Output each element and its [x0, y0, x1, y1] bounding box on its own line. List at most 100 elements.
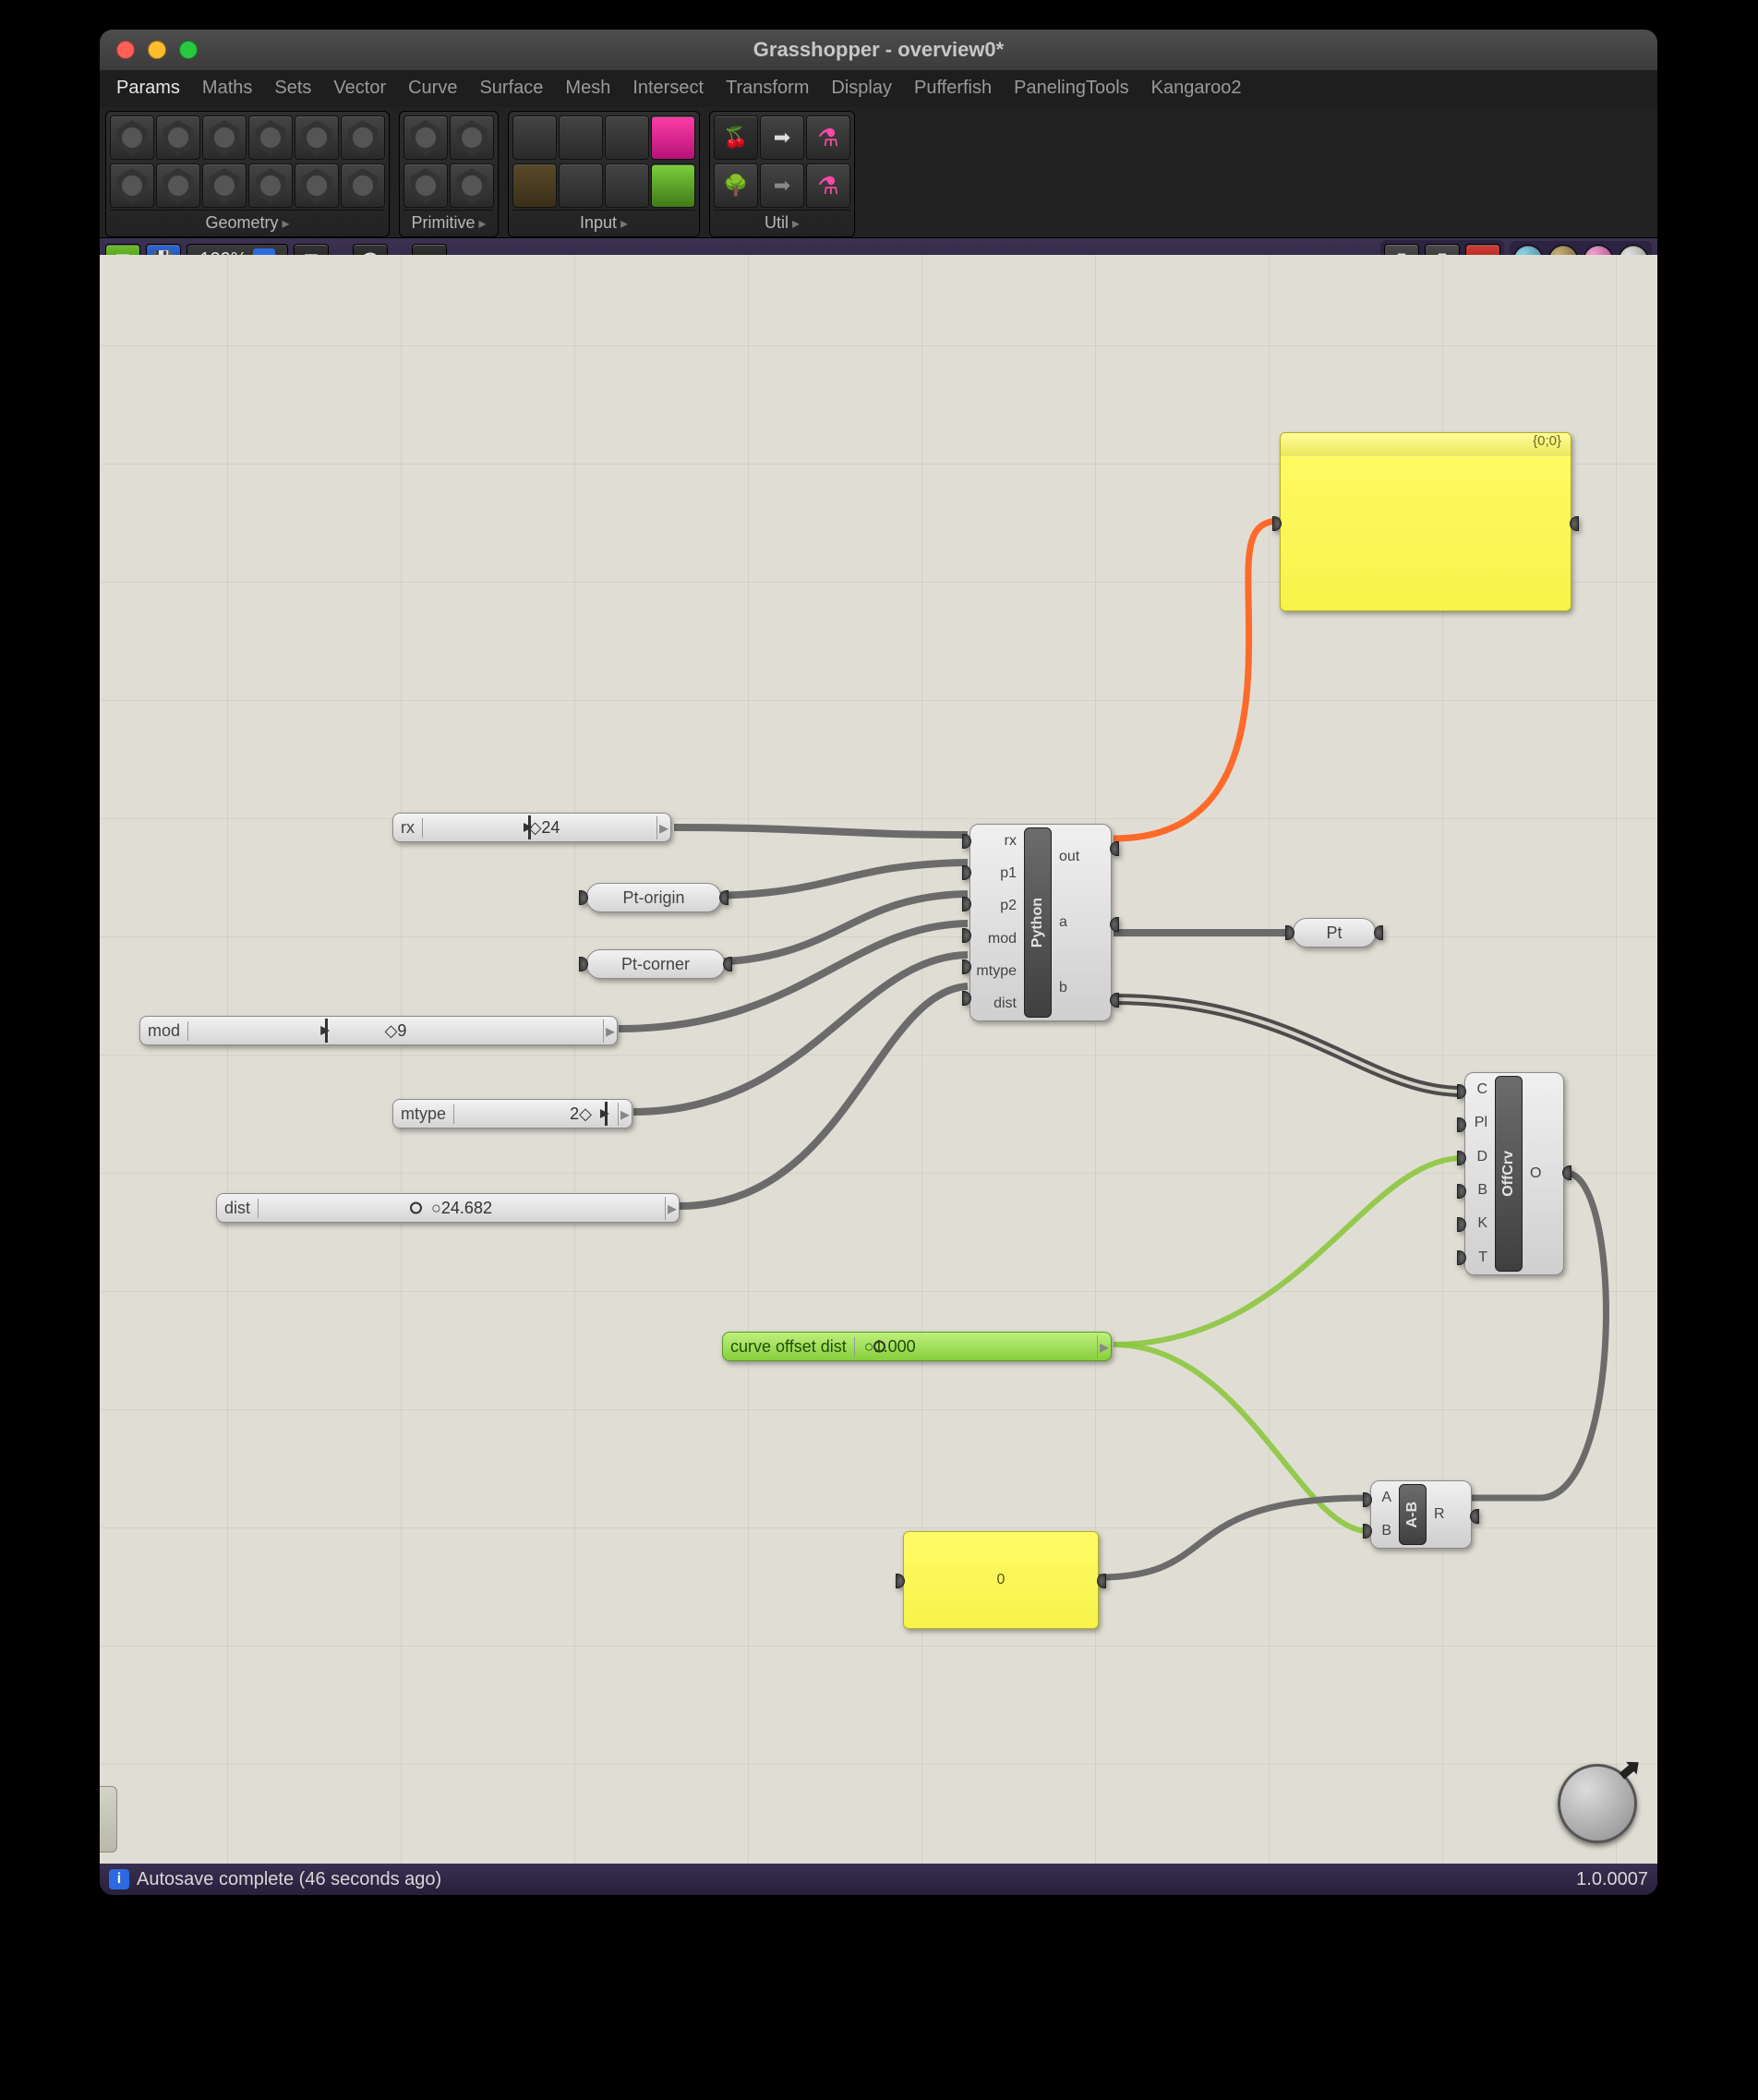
slider-output[interactable]: ▸	[665, 1197, 679, 1220]
slider-value: 24.682	[441, 1199, 492, 1218]
component-subtract[interactable]: A B A-B R	[1370, 1480, 1472, 1549]
ribbon-group-primitive: Primitive▸	[399, 111, 499, 237]
input-tool-icon[interactable]	[605, 115, 649, 160]
component-core[interactable]: A-B	[1399, 1484, 1427, 1545]
expand-icon[interactable]: ▸	[283, 214, 290, 233]
window-title: Grasshopper - overview0*	[100, 38, 1657, 62]
geometry-tool-icon[interactable]	[248, 115, 293, 160]
geometry-tool-icon[interactable]	[156, 115, 200, 160]
canvas-compass[interactable]	[1558, 1764, 1637, 1843]
util-tool-icon[interactable]	[760, 115, 804, 160]
panel-component[interactable]: {0;0}	[1280, 432, 1571, 611]
tab-params[interactable]: Params	[107, 72, 189, 106]
canvas[interactable]: {0;0} 0 rx ◇ 24 ▸ mod ◇ 9 ▸	[100, 255, 1657, 1864]
util-tool-icon[interactable]	[806, 163, 850, 208]
geometry-tool-icon[interactable]	[110, 163, 154, 208]
slider-track[interactable]: 2 ◇	[454, 1100, 618, 1128]
util-tool-icon[interactable]	[714, 163, 758, 208]
expand-icon[interactable]: ▸	[478, 214, 486, 233]
tab-transform[interactable]: Transform	[716, 72, 818, 106]
tab-sets[interactable]: Sets	[265, 72, 320, 106]
input-tool-icon[interactable]	[559, 115, 603, 160]
slider-output[interactable]: ▸	[618, 1103, 632, 1126]
port-label: mod	[982, 931, 1022, 947]
port-out[interactable]	[1110, 917, 1119, 932]
input-tool-icon[interactable]	[605, 163, 649, 208]
port-out[interactable]	[1110, 841, 1119, 856]
geometry-tool-icon[interactable]	[202, 115, 247, 160]
slider-track[interactable]: ○ 24.682	[259, 1194, 665, 1222]
component-name: A-B	[1404, 1502, 1421, 1527]
tab-curve[interactable]: Curve	[399, 72, 466, 106]
markov-tab[interactable]	[100, 1786, 117, 1853]
port-out[interactable]	[1570, 516, 1579, 531]
slider-mod[interactable]: mod ◇ 9 ▸	[139, 1016, 618, 1045]
slider-curve-offset-dist[interactable]: curve offset dist ○ 1.000 ▸	[722, 1332, 1112, 1361]
param-pt[interactable]: Pt	[1293, 918, 1376, 947]
slider-dist[interactable]: dist ○ 24.682 ▸	[216, 1193, 680, 1223]
titlebar[interactable]: Grasshopper - overview0*	[100, 30, 1657, 70]
ribbon-group-util: Util▸	[709, 111, 855, 237]
slider-output[interactable]: ▸	[656, 816, 670, 839]
param-pt-corner[interactable]: Pt-corner	[586, 949, 725, 979]
geometry-tool-icon[interactable]	[248, 163, 293, 208]
slider-value: 24	[541, 818, 560, 838]
geometry-tool-icon[interactable]	[156, 163, 200, 208]
input-tool-icon[interactable]	[512, 115, 557, 160]
port-out[interactable]	[1470, 1509, 1479, 1524]
tab-intersect[interactable]: Intersect	[623, 72, 713, 106]
panel-component[interactable]: 0	[903, 1531, 1099, 1629]
tab-panelingtools[interactable]: PanelingTools	[1005, 72, 1138, 106]
slider-label: curve offset dist	[723, 1337, 855, 1357]
slider-track[interactable]: ◇ 24	[423, 814, 656, 841]
slider-mtype[interactable]: mtype 2 ◇ ▸	[392, 1099, 632, 1128]
port-label: B	[1472, 1182, 1493, 1199]
tab-kangaroo2[interactable]: Kangaroo2	[1142, 72, 1251, 106]
primitive-tool-icon[interactable]	[403, 163, 448, 208]
geometry-tool-icon[interactable]	[202, 163, 247, 208]
status-message: Autosave complete (46 seconds ago)	[137, 1869, 441, 1890]
expand-icon[interactable]: ▸	[620, 214, 628, 233]
panel-header: {0;0}	[1281, 433, 1571, 456]
util-tool-icon[interactable]	[806, 115, 850, 160]
slider-rx[interactable]: rx ◇ 24 ▸	[392, 813, 671, 842]
primitive-tool-icon[interactable]	[450, 163, 494, 208]
param-label: Pt	[1326, 923, 1342, 943]
version-label: 1.0.0007	[1576, 1869, 1648, 1890]
geometry-tool-icon[interactable]	[295, 115, 339, 160]
input-tool-icon[interactable]	[651, 163, 695, 208]
slider-track[interactable]: ○ 1.000	[855, 1333, 1097, 1360]
param-pt-origin[interactable]: Pt-origin	[586, 883, 721, 912]
util-tool-icon[interactable]	[714, 115, 758, 160]
slider-output[interactable]: ▸	[603, 1020, 617, 1043]
component-python[interactable]: rx p1 p2 mod mtype dist Python out a b	[969, 824, 1112, 1021]
tab-mesh[interactable]: Mesh	[556, 72, 620, 106]
primitive-tool-icon[interactable]	[403, 115, 448, 160]
geometry-tool-icon[interactable]	[110, 115, 154, 160]
ribbon-group-input: Input▸	[508, 111, 700, 237]
tab-display[interactable]: Display	[822, 72, 901, 106]
tab-maths[interactable]: Maths	[193, 72, 261, 106]
util-tool-icon[interactable]	[760, 163, 804, 208]
primitive-tool-icon[interactable]	[450, 115, 494, 160]
param-label: Pt-origin	[622, 888, 684, 908]
input-tool-icon[interactable]	[651, 115, 695, 160]
tab-surface[interactable]: Surface	[470, 72, 552, 106]
tab-pufferfish[interactable]: Pufferfish	[905, 72, 1001, 106]
geometry-tool-icon[interactable]	[341, 163, 385, 208]
tab-vector[interactable]: Vector	[324, 72, 395, 106]
slider-output[interactable]: ▸	[1097, 1335, 1111, 1358]
component-offcrv[interactable]: C Pl D B K T OffCrv O	[1464, 1072, 1564, 1275]
geometry-tool-icon[interactable]	[341, 115, 385, 160]
component-core[interactable]: OffCrv	[1495, 1076, 1523, 1272]
input-tool-icon[interactable]	[559, 163, 603, 208]
port-out[interactable]	[1110, 993, 1119, 1008]
expand-icon[interactable]: ▸	[792, 214, 800, 233]
component-core[interactable]: Python	[1024, 827, 1052, 1018]
port-label: A	[1376, 1490, 1397, 1506]
port-out[interactable]	[1562, 1165, 1571, 1180]
slider-track[interactable]: ◇ 9	[188, 1017, 603, 1044]
port-out[interactable]	[1097, 1574, 1106, 1588]
input-tool-icon[interactable]	[512, 163, 557, 208]
geometry-tool-icon[interactable]	[295, 163, 339, 208]
